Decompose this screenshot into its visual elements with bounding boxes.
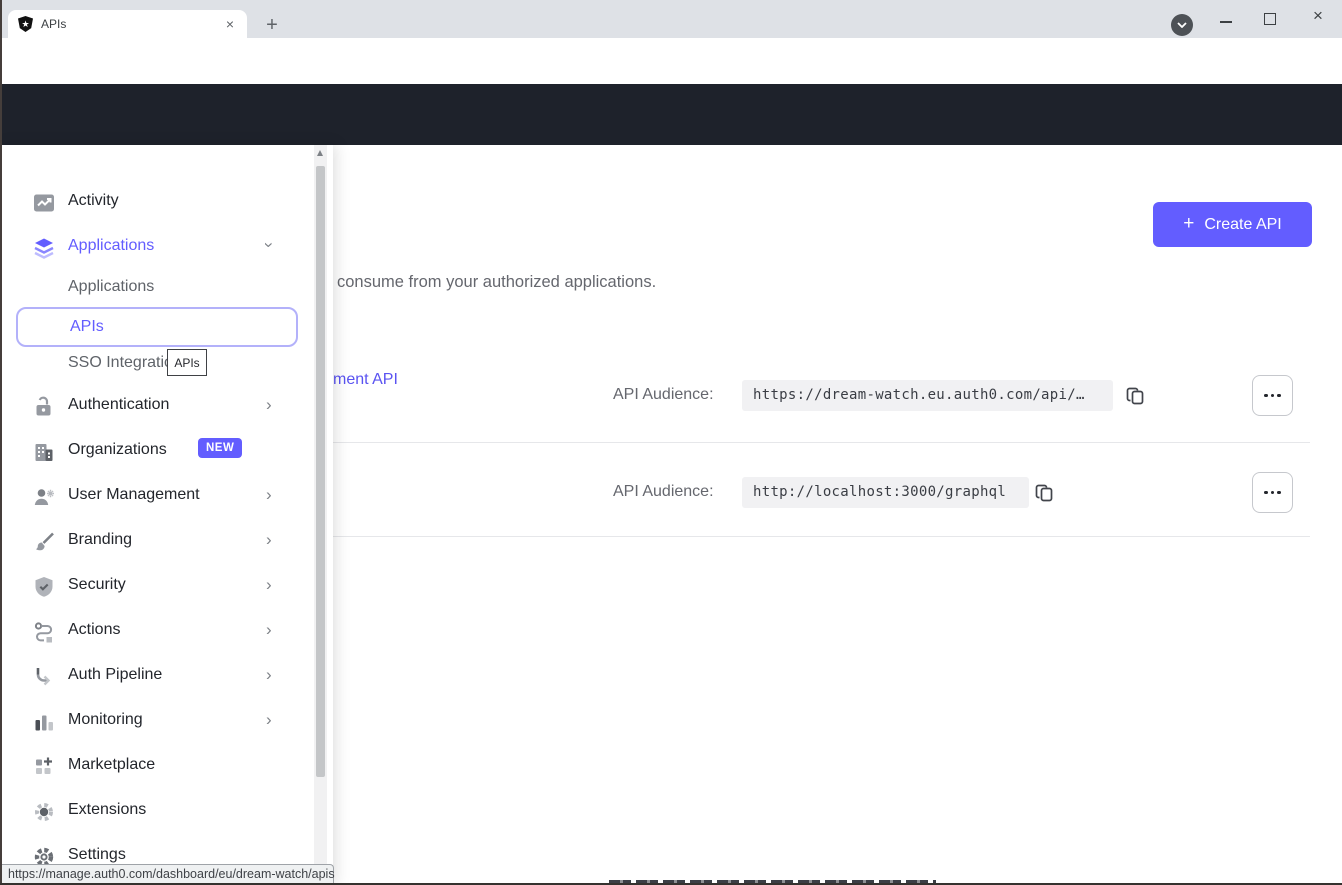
chevron-right-icon: › (266, 665, 272, 685)
row-divider (333, 442, 1310, 443)
branding-brush-icon (32, 530, 56, 554)
sidebar-item-security[interactable]: Security › (0, 572, 312, 602)
copy-icon[interactable] (1034, 482, 1056, 504)
row-menu-button[interactable] (1252, 375, 1293, 416)
shield-check-icon (32, 575, 56, 599)
new-tab-button[interactable]: + (259, 12, 285, 38)
sidebar-item-marketplace[interactable]: Marketplace (0, 752, 312, 782)
sidebar-item-activity[interactable]: Activity (0, 188, 312, 218)
sidebar-item-user-management[interactable]: User Management › (0, 482, 312, 512)
monitoring-bars-icon (32, 710, 56, 734)
applications-layers-icon (32, 236, 56, 260)
browser-window: ★ APIs × + × ← → ↻ manage.auth0.com/dash… (0, 0, 1342, 885)
organizations-icon (32, 440, 56, 464)
apis-tooltip: APIs (167, 349, 207, 376)
audience-label: API Audience: (613, 483, 714, 501)
window-left-edge (0, 0, 2, 885)
api-name-link[interactable]: ment API (333, 371, 398, 389)
actions-flow-icon (32, 620, 56, 644)
window-maximize-button[interactable] (1264, 13, 1276, 25)
copy-icon[interactable] (1125, 385, 1147, 407)
chevron-right-icon: › (266, 710, 272, 730)
browser-update-icon[interactable] (1171, 14, 1193, 36)
scrollbar-thumb[interactable] (316, 166, 325, 777)
lock-icon (32, 395, 56, 419)
sidebar-navigation: Activity Applications › Applications API… (0, 145, 333, 885)
new-badge: NEW (198, 438, 242, 458)
chevron-right-icon: › (266, 395, 272, 415)
row-divider (333, 536, 1310, 537)
tab-title: APIs (41, 17, 221, 31)
sidebar-item-apis-selected[interactable]: APIs (16, 307, 298, 347)
status-bar: https://manage.auth0.com/dashboard/eu/dr… (0, 864, 334, 885)
page-description: consume from your authorized application… (337, 273, 656, 292)
chevron-right-icon: › (266, 575, 272, 595)
user-management-icon (32, 485, 56, 509)
activity-icon (32, 191, 56, 215)
window-close-button[interactable]: × (1306, 4, 1330, 28)
browser-titlebar: ★ APIs × + × (0, 0, 1342, 38)
sidebar-item-actions[interactable]: Actions › (0, 617, 312, 647)
sidebar-item-organizations[interactable]: Organizations NEW (0, 437, 312, 467)
sidebar-item-auth-pipeline[interactable]: Auth Pipeline › (0, 662, 312, 692)
chevron-right-icon: › (266, 485, 272, 505)
tab-close-icon[interactable]: × (221, 15, 239, 33)
sidebar-item-applications-sub[interactable]: Applications (0, 274, 312, 304)
auth0-header: ★ dream-watch Discuss your needs Docs (0, 84, 1342, 145)
chevron-right-icon: › (266, 530, 272, 550)
scrollbar-up-arrow[interactable] (317, 150, 323, 156)
sidebar-item-branding[interactable]: Branding › (0, 527, 312, 557)
sidebar-item-authentication[interactable]: Authentication › (0, 392, 312, 422)
extensions-gear-icon (32, 800, 56, 824)
window-minimize-button[interactable] (1220, 21, 1232, 23)
browser-toolbar: ← → ↻ manage.auth0.com/dashboard/eu/drea… (0, 38, 1342, 84)
sidebar-item-extensions[interactable]: Extensions (0, 797, 312, 827)
plus-icon: + (1183, 213, 1194, 235)
create-api-button[interactable]: + Create API (1153, 202, 1312, 247)
sidebar-item-monitoring[interactable]: Monitoring › (0, 707, 312, 737)
browser-tab[interactable]: ★ APIs × (8, 10, 247, 38)
audience-value[interactable]: http://localhost:3000/graphql (742, 477, 1029, 508)
sidebar-item-applications[interactable]: Applications › (0, 233, 312, 263)
sidebar-item-sso-integrations[interactable]: SSO Integrations (0, 350, 312, 380)
create-api-label: Create API (1204, 216, 1281, 234)
chevron-down-icon: › (259, 242, 279, 248)
row-menu-button[interactable] (1252, 472, 1293, 513)
auth-pipeline-icon (32, 665, 56, 689)
audience-value[interactable]: https://dream-watch.eu.auth0.com/api/… (742, 380, 1113, 411)
auth0-favicon-icon: ★ (18, 16, 33, 32)
audience-label: API Audience: (613, 386, 714, 404)
chevron-right-icon: › (266, 620, 272, 640)
sidebar-scrollbar[interactable] (314, 145, 327, 885)
marketplace-icon (32, 755, 56, 779)
